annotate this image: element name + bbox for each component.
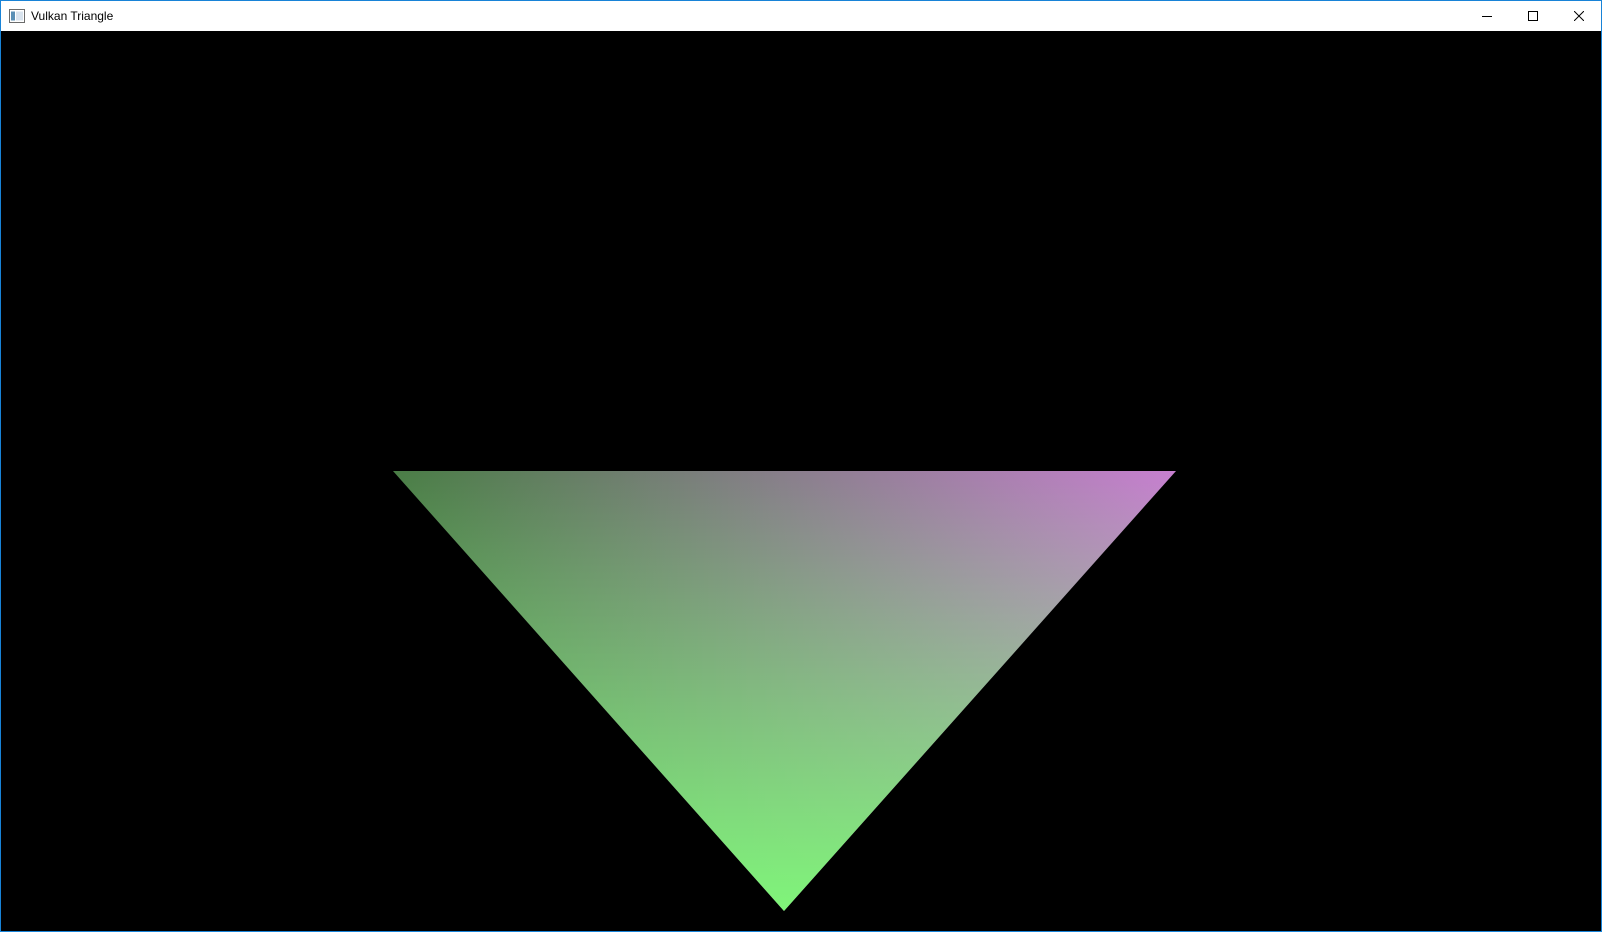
scene-canvas [393,471,1176,911]
title-bar[interactable]: Vulkan Triangle [1,1,1601,31]
minimize-icon [1482,11,1492,21]
minimize-button[interactable] [1464,1,1510,31]
app-window: Vulkan Triangle [0,0,1602,932]
close-button[interactable] [1556,1,1601,31]
maximize-button[interactable] [1510,1,1556,31]
close-icon [1574,11,1584,21]
triangle-shading [393,471,1176,911]
window-title: Vulkan Triangle [31,9,114,23]
render-surface[interactable] [1,31,1601,931]
maximize-icon [1528,11,1538,21]
app-window-icon [9,9,25,23]
